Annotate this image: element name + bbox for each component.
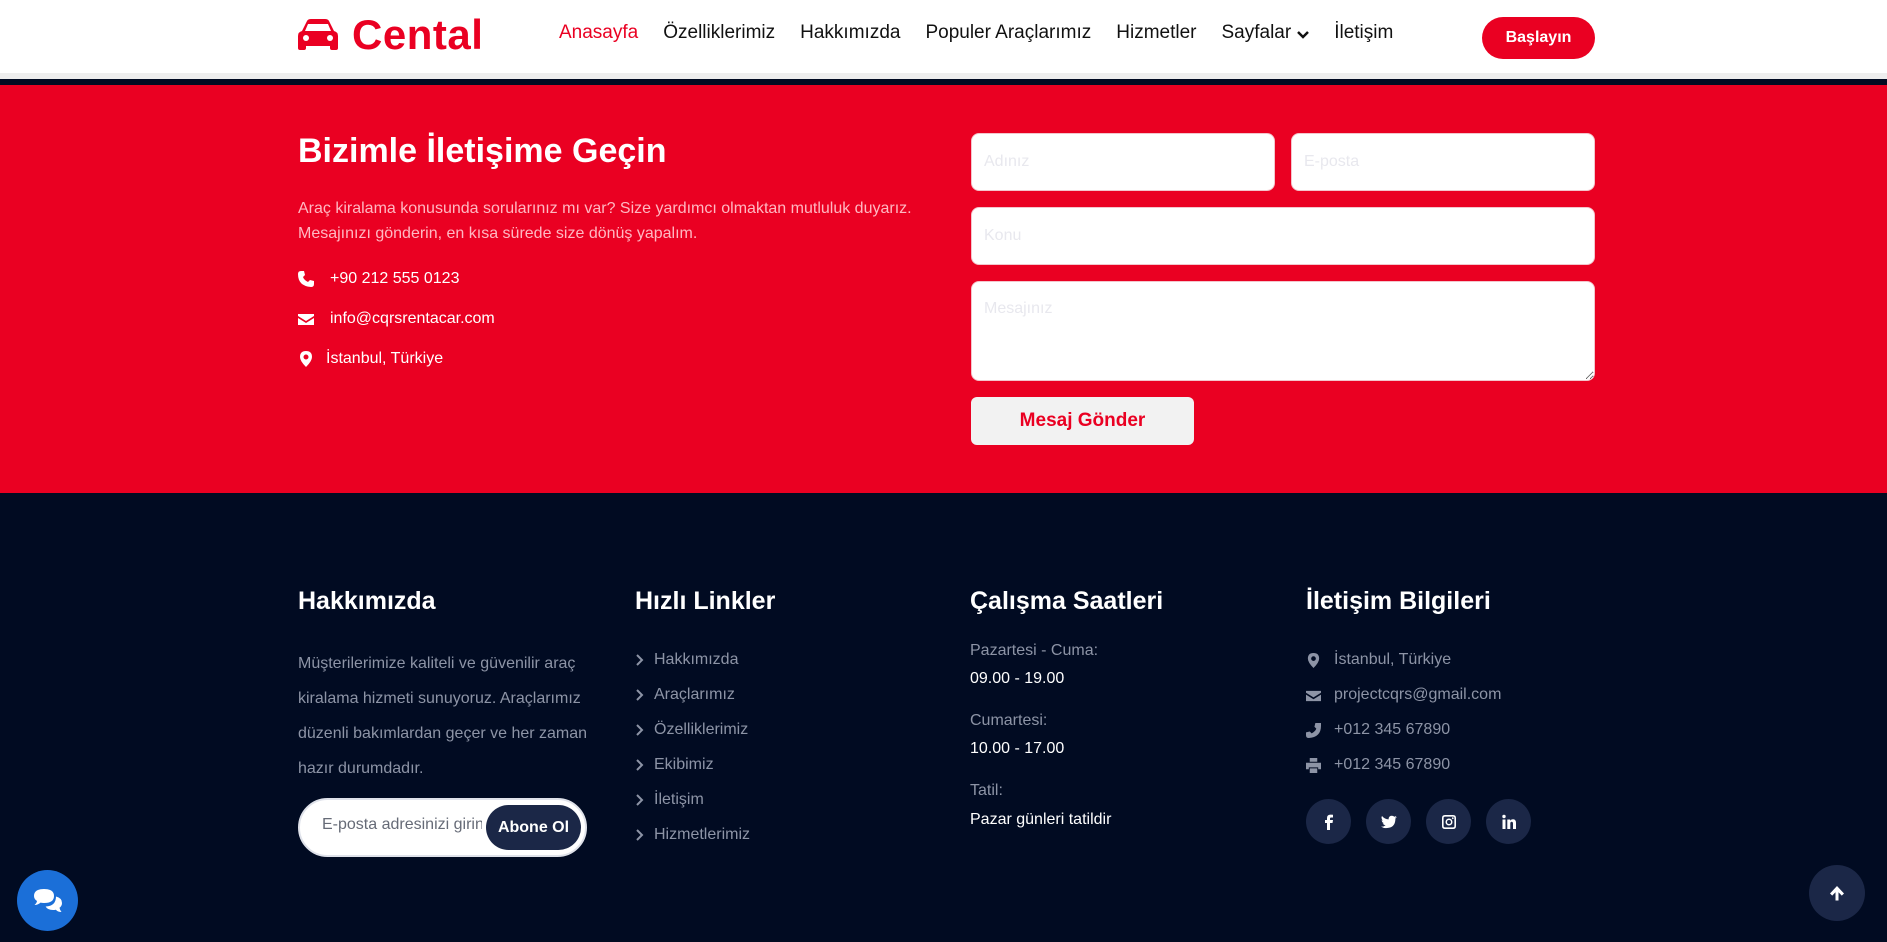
- nav-item-about[interactable]: Hakkımızda: [800, 22, 900, 44]
- hours-saturday-value: 10.00 - 17.00: [970, 740, 1065, 757]
- footer-link-label: Özelliklerimiz: [654, 721, 749, 738]
- nav-item-features[interactable]: Özelliklerimiz: [663, 22, 775, 44]
- phone-icon: [298, 271, 314, 287]
- footer-link-services[interactable]: Hizmetlerimiz: [635, 826, 750, 844]
- map-pin-icon: [1307, 652, 1320, 668]
- footer-fax: +012 345 67890: [1306, 756, 1450, 774]
- footer-link-about[interactable]: Hakkımızda: [635, 651, 738, 669]
- footer-link-cars[interactable]: Araçlarımız: [635, 686, 735, 704]
- car-icon: [298, 19, 338, 50]
- envelope-icon: [1306, 690, 1321, 701]
- hours-saturday-label: Cumartesi:: [970, 712, 1048, 729]
- chevron-right-icon: [636, 724, 644, 736]
- hours-holiday-label: Tatil:: [970, 782, 1003, 799]
- footer-email[interactable]: projectcqrs@gmail.com: [1306, 686, 1501, 704]
- footer-phone[interactable]: +012 345 67890: [1306, 721, 1450, 739]
- contact-address-text: İstanbul, Türkiye: [326, 350, 444, 367]
- footer-about-title: Hakkımızda: [298, 587, 436, 615]
- arrow-up-icon: [1830, 886, 1844, 901]
- footer-fax-text: +012 345 67890: [1334, 756, 1451, 773]
- chat-button[interactable]: [17, 870, 78, 931]
- hours-weekdays-label: Pazartesi - Cuma:: [970, 642, 1099, 659]
- chevron-right-icon: [636, 689, 644, 701]
- site-logo[interactable]: Cental: [298, 10, 483, 60]
- footer-address: İstanbul, Türkiye: [1306, 651, 1451, 669]
- name-input[interactable]: [971, 133, 1275, 191]
- send-message-button[interactable]: Mesaj Gönder: [971, 397, 1194, 445]
- logo-text: Cental: [352, 11, 484, 58]
- email-input[interactable]: [1291, 133, 1595, 191]
- chevron-right-icon: [636, 759, 644, 771]
- nav-item-pages[interactable]: Sayfalar: [1221, 22, 1310, 44]
- nav-item-services[interactable]: Hizmetler: [1116, 22, 1196, 44]
- facebook-button[interactable]: [1306, 799, 1351, 844]
- footer-link-contact[interactable]: İletişim: [635, 791, 704, 809]
- nav-item-home[interactable]: Anasayfa: [559, 22, 638, 44]
- contact-title: Bizimle İletişime Geçin: [298, 132, 667, 170]
- twitter-icon: [1380, 815, 1397, 828]
- site-header: Cental Anasayfa Özelliklerimiz Hakkımızd…: [0, 0, 1887, 79]
- contact-email[interactable]: info@cqrsrentacar.com: [298, 310, 495, 328]
- footer-link-label: Hakkımızda: [654, 651, 739, 668]
- contact-email-text: info@cqrsrentacar.com: [330, 310, 495, 327]
- footer-contact-title: İletişim Bilgileri: [1306, 587, 1491, 615]
- footer-link-label: Araçlarımız: [654, 686, 735, 703]
- facebook-icon: [1324, 814, 1333, 830]
- main-nav: Anasayfa Özelliklerimiz Hakkımızda Popul…: [559, 22, 1418, 44]
- subject-input[interactable]: [971, 207, 1595, 265]
- subscribe-button[interactable]: Abone Ol: [486, 805, 581, 850]
- footer-email-text: projectcqrs@gmail.com: [1334, 686, 1502, 703]
- hours-holiday-value: Pazar günleri tatildir: [970, 811, 1112, 828]
- instagram-icon: [1441, 814, 1456, 829]
- chevron-right-icon: [636, 829, 644, 841]
- twitter-button[interactable]: [1366, 799, 1411, 844]
- map-pin-icon: [300, 351, 312, 367]
- nav-item-pages-label: Sayfalar: [1221, 22, 1292, 43]
- contact-phone-text: +90 212 555 0123: [330, 270, 460, 287]
- nav-item-contact[interactable]: İletişim: [1334, 22, 1393, 44]
- footer-link-features[interactable]: Özelliklerimiz: [635, 721, 748, 739]
- linkedin-button[interactable]: [1486, 799, 1531, 844]
- newsletter-email-input[interactable]: [322, 816, 482, 834]
- printer-icon: [1306, 757, 1321, 773]
- nav-item-popular-cars[interactable]: Populer Araçlarımız: [925, 22, 1091, 44]
- chat-bubbles-icon: [33, 888, 62, 912]
- footer-link-label: İletişim: [654, 791, 704, 808]
- chevron-right-icon: [636, 654, 644, 666]
- footer-hours-title: Çalışma Saatleri: [970, 587, 1164, 615]
- site-footer: Hakkımızda Müşterilerimize kaliteli ve g…: [0, 493, 1887, 942]
- footer-link-team[interactable]: Ekibimiz: [635, 756, 714, 774]
- footer-link-label: Hizmetlerimiz: [654, 826, 750, 843]
- message-textarea[interactable]: [971, 281, 1595, 381]
- footer-link-label: Ekibimiz: [654, 756, 714, 773]
- contact-section: Bizimle İletişime Geçin Araç kiralama ko…: [0, 85, 1887, 493]
- contact-phone[interactable]: +90 212 555 0123: [298, 270, 459, 288]
- get-started-button[interactable]: Başlayın: [1482, 17, 1595, 59]
- footer-about-text: Müşterilerimize kaliteli ve güvenilir ar…: [298, 655, 588, 777]
- footer-phone-text: +012 345 67890: [1334, 721, 1451, 738]
- instagram-button[interactable]: [1426, 799, 1471, 844]
- chevron-down-icon: [1297, 30, 1310, 39]
- contact-address: İstanbul, Türkiye: [298, 350, 443, 368]
- hours-weekdays-value: 09.00 - 19.00: [970, 670, 1065, 687]
- chevron-right-icon: [636, 794, 644, 806]
- envelope-icon: [298, 314, 314, 325]
- footer-links-title: Hızlı Linkler: [635, 587, 776, 615]
- newsletter-form: Abone Ol: [298, 798, 587, 857]
- phone-icon: [1306, 722, 1321, 738]
- footer-address-text: İstanbul, Türkiye: [1334, 651, 1452, 668]
- linkedin-icon: [1501, 814, 1516, 829]
- contact-description: Araç kiralama konusunda sorularınız mı v…: [298, 200, 912, 242]
- scroll-to-top-button[interactable]: [1809, 865, 1865, 921]
